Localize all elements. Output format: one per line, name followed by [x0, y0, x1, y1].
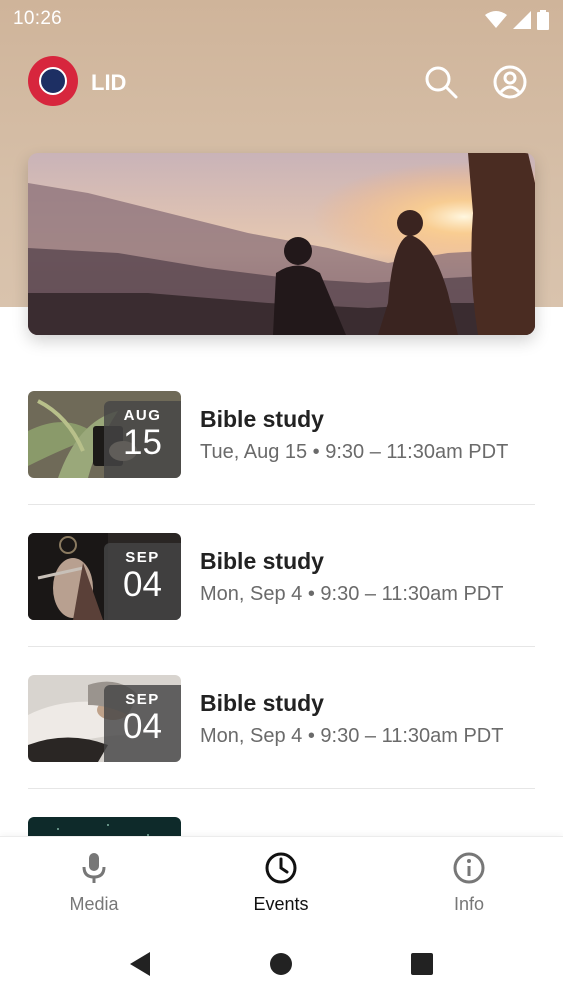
divider	[28, 788, 535, 789]
nav-label-events: Events	[253, 894, 309, 914]
divider	[28, 646, 535, 647]
date-badge: SEP 04	[104, 543, 181, 620]
back-button[interactable]	[126, 950, 154, 978]
event-item[interactable]: AUG 15 Bible study Tue, Aug 15 • 9:30 – …	[28, 391, 535, 533]
app-header: LID	[0, 52, 563, 112]
event-time: Mon, Sep 4 • 9:30 – 11:30am PDT	[200, 725, 504, 747]
nav-media[interactable]: Media	[34, 851, 154, 915]
church-logo[interactable]	[28, 56, 78, 106]
search-icon	[425, 66, 458, 99]
date-month: SEP	[125, 691, 160, 708]
hero-image	[28, 153, 535, 335]
microphone-icon	[82, 853, 106, 883]
account-button[interactable]	[490, 62, 530, 102]
event-title: Bible study	[200, 548, 324, 574]
status-icons	[485, 10, 549, 30]
date-month: AUG	[123, 407, 162, 424]
nav-events[interactable]: Events	[221, 851, 341, 915]
date-day: 04	[123, 707, 162, 746]
home-icon	[270, 953, 292, 975]
system-navigation-bar	[0, 928, 563, 1000]
nav-info[interactable]: Info	[409, 851, 529, 915]
date-day: 15	[123, 423, 162, 462]
back-icon	[130, 952, 150, 976]
nav-label-info: Info	[453, 894, 485, 914]
date-badge: AUG 15	[104, 401, 181, 478]
recents-button[interactable]	[408, 950, 436, 978]
date-day: 04	[123, 565, 162, 604]
clock-icon	[265, 852, 297, 884]
event-item[interactable]: SEP 04 Bible study Mon, Sep 4 • 9:30 – 1…	[28, 533, 535, 675]
info-icon	[453, 852, 485, 884]
hero-banner[interactable]	[28, 153, 535, 335]
event-thumbnail: AUG 15	[28, 391, 181, 478]
event-time: Tue, Aug 15 • 9:30 – 11:30am PDT	[200, 441, 509, 463]
status-time: 10:26	[13, 8, 63, 29]
battery-icon	[537, 10, 549, 30]
signal-icon	[513, 11, 531, 29]
account-icon	[493, 65, 527, 99]
search-button[interactable]	[421, 62, 461, 102]
event-title: Bible study	[200, 406, 324, 432]
home-button[interactable]	[267, 950, 295, 978]
event-title: Bible study	[200, 690, 324, 716]
date-month: SEP	[125, 549, 160, 566]
logo-emblem	[39, 67, 67, 95]
bottom-navigation: Media Events Info	[0, 836, 563, 928]
status-bar: 10:26	[0, 0, 563, 40]
wifi-icon	[485, 11, 507, 28]
nav-label-media: Media	[69, 894, 119, 914]
event-thumbnail: SEP 04	[28, 675, 181, 762]
event-item[interactable]: SEP 04 Bible study Mon, Sep 4 • 9:30 – 1…	[28, 675, 535, 817]
recents-icon	[411, 953, 433, 975]
date-badge: SEP 04	[104, 685, 181, 762]
event-time: Mon, Sep 4 • 9:30 – 11:30am PDT	[200, 583, 504, 605]
app-title: LID	[91, 70, 127, 95]
divider	[28, 504, 535, 505]
event-thumbnail: SEP 04	[28, 533, 181, 620]
